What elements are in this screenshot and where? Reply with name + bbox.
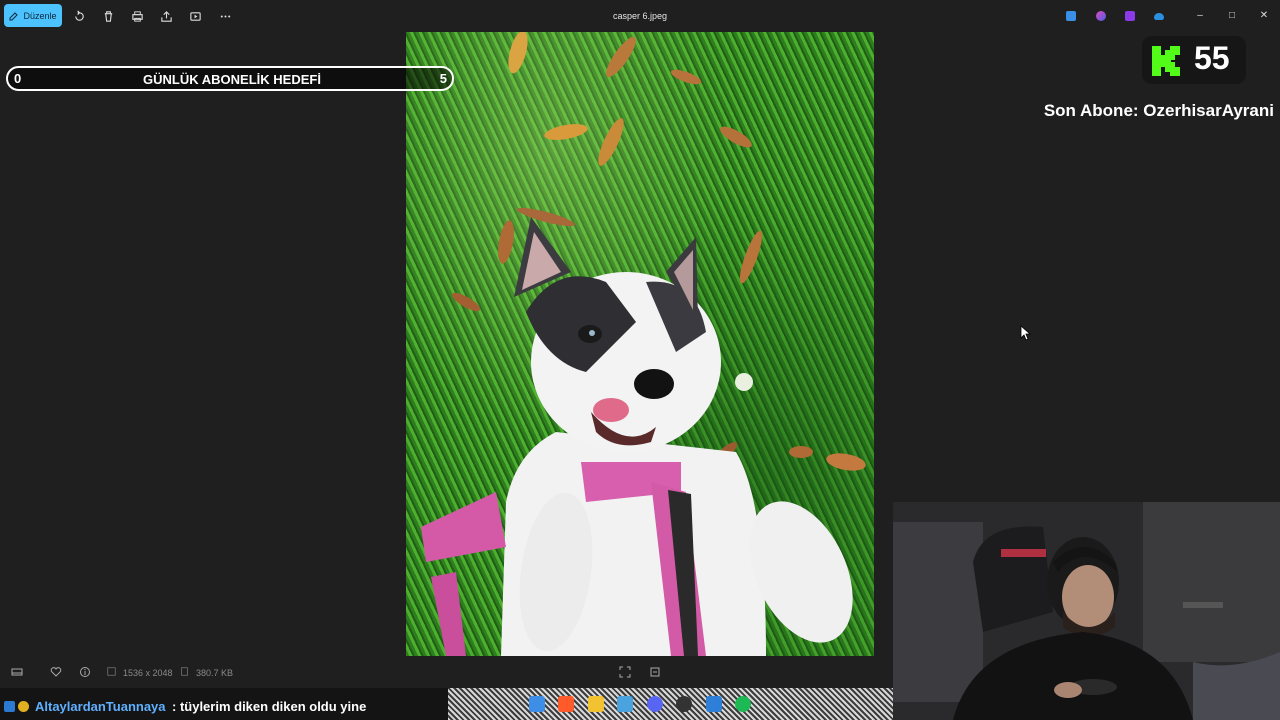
image-dimensions: 1536 x 2048 <box>123 668 173 678</box>
close-button[interactable]: ✕ <box>1257 9 1271 23</box>
spotify-icon[interactable] <box>735 696 751 712</box>
photo-status-bar: 1536 x 2048 380.7 KB <box>0 656 893 688</box>
stream-chat-bar: AltaylardanTuannaya : tüylerim diken dik… <box>0 688 893 720</box>
zoom-actual-size-icon[interactable] <box>649 666 661 678</box>
info-icon[interactable] <box>79 666 91 678</box>
onedrive-icon[interactable] <box>1154 13 1164 20</box>
windows-start-icon[interactable] <box>529 696 545 712</box>
chat-badge-icon <box>4 701 15 712</box>
app-toolbar: Düzenle casper 6.jpeg – □ ✕ <box>0 0 1280 32</box>
chat-badge-icon <box>18 701 29 712</box>
chat-message: : tüylerim diken diken oldu yine <box>172 699 367 714</box>
minimize-button[interactable]: – <box>1193 9 1207 23</box>
window-title: casper 6.jpeg <box>612 11 668 21</box>
obs-icon[interactable] <box>676 696 692 712</box>
photo-viewer-image[interactable] <box>406 32 874 656</box>
filmstrip-icon[interactable] <box>11 666 23 678</box>
copilot-icon[interactable] <box>1096 11 1106 21</box>
taskbar-background <box>448 688 893 720</box>
kick-logo-icon <box>1152 46 1180 76</box>
photos-taskbar-icon[interactable] <box>706 696 722 712</box>
dog-photo <box>421 32 866 656</box>
goal-max-value: 5 <box>439 71 447 86</box>
restore-button[interactable]: □ <box>1225 9 1239 23</box>
favorite-heart-icon[interactable] <box>50 666 62 678</box>
fit-to-window-icon[interactable] <box>619 666 631 678</box>
kick-follower-counter: 55 <box>1142 36 1246 84</box>
file-explorer-icon[interactable] <box>588 696 604 712</box>
file-size-icon <box>181 667 188 676</box>
kick-count: 55 <box>1194 40 1230 76</box>
goal-title: GÜNLÜK ABONELİK HEDEFİ <box>143 72 321 87</box>
brave-browser-icon[interactable] <box>558 696 574 712</box>
webcam-feed <box>893 502 1280 720</box>
vscode-icon[interactable] <box>617 696 633 712</box>
clipchamp-icon[interactable] <box>1125 11 1135 21</box>
streamer-camera-image <box>893 502 1280 720</box>
mouse-cursor-icon <box>1020 325 1032 341</box>
photos-app-icon[interactable] <box>1066 11 1076 21</box>
chat-username: AltaylardanTuannaya <box>35 699 166 714</box>
discord-icon[interactable] <box>647 696 663 712</box>
file-size: 380.7 KB <box>196 668 234 678</box>
subscriber-goal-bar: 0 GÜNLÜK ABONELİK HEDEFİ 5 <box>6 66 454 91</box>
last-subscriber-label: Son Abone: OzerhisarAyrani <box>1043 101 1274 120</box>
image-size-icon <box>107 667 116 676</box>
